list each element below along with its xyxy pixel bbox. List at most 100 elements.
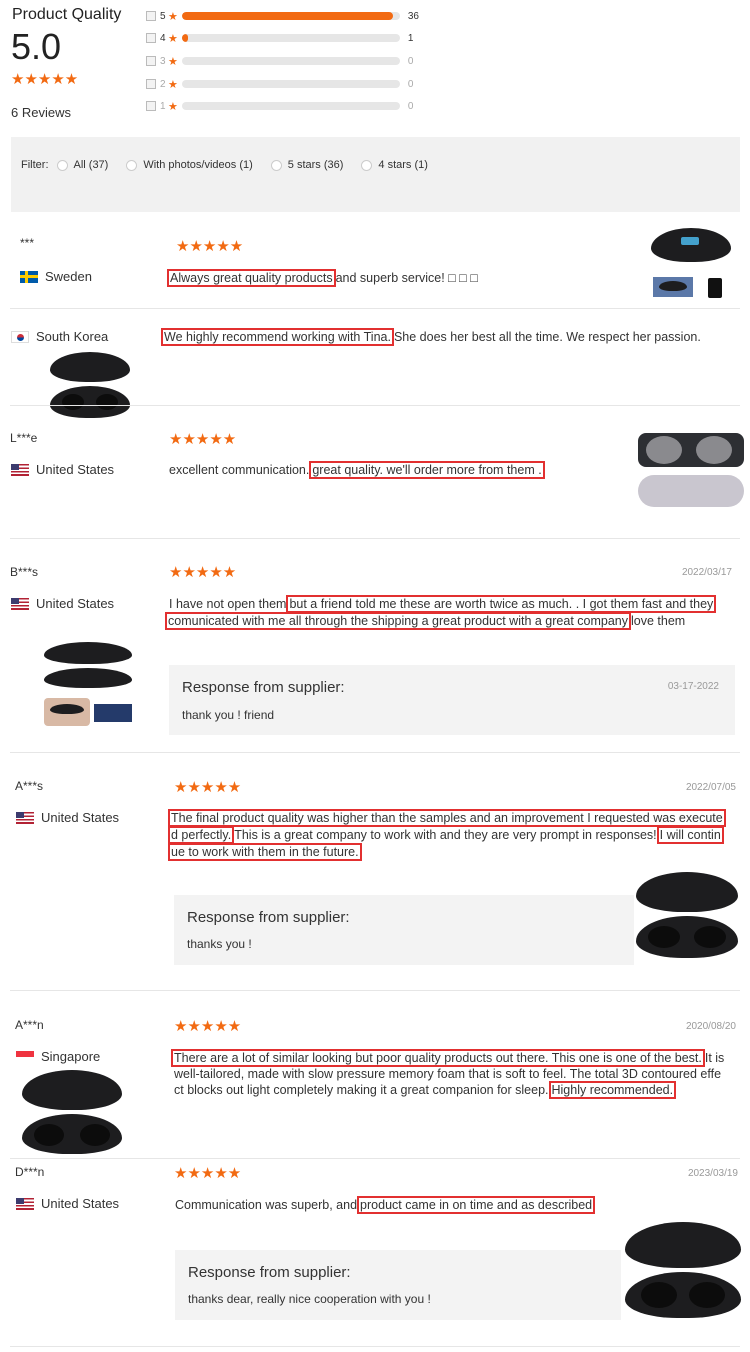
review-text-rest: She does her best all the time. We respe… bbox=[393, 330, 701, 344]
star-icon: ★ bbox=[168, 100, 178, 113]
average-stars: ★★★★★ bbox=[11, 71, 79, 88]
rating-filter-checkbox[interactable] bbox=[146, 11, 156, 21]
rating-bar bbox=[181, 12, 400, 20]
filter-all-label[interactable]: All (37) bbox=[74, 159, 109, 171]
review-photo[interactable] bbox=[634, 870, 740, 960]
review-text: comunicated with me all through the ship… bbox=[165, 612, 685, 630]
rating-star-number: 1 bbox=[160, 100, 166, 112]
review-text-rest: ct blocks out light completely making it… bbox=[174, 1083, 549, 1097]
response-text: thanks you ! bbox=[187, 937, 252, 951]
review-text-rest: and superb service! □ □ □ bbox=[335, 271, 478, 285]
country-label: United States bbox=[41, 1196, 120, 1211]
rating-bar bbox=[181, 102, 400, 110]
review-divider bbox=[10, 1158, 740, 1159]
supplier-response: Response from supplier: thanks dear, rea… bbox=[175, 1250, 621, 1320]
filter-4stars-radio[interactable] bbox=[361, 159, 373, 171]
us-flag-icon bbox=[11, 597, 29, 610]
rating-star-number: 5 bbox=[160, 10, 166, 22]
reviewer-name: A***n bbox=[15, 1018, 44, 1032]
country-label: United States bbox=[36, 596, 115, 611]
filter-panel: Filter: All (37) With photos/videos (1) … bbox=[11, 137, 740, 212]
review-text: Communication was superb, and product cam… bbox=[175, 1196, 596, 1214]
south-korea-flag-icon bbox=[11, 330, 29, 343]
us-flag-icon bbox=[16, 1197, 34, 1210]
highlight-box: ue to work with them in the future. bbox=[168, 843, 362, 861]
review-photo[interactable] bbox=[623, 1220, 743, 1320]
supplier-response: Response from supplier: 03-17-2022 thank… bbox=[169, 665, 735, 735]
review-photo[interactable] bbox=[42, 642, 134, 728]
response-title: Response from supplier: bbox=[188, 1264, 351, 1281]
reviewer-name: D***n bbox=[15, 1165, 45, 1179]
review-text: ue to work with them in the future. bbox=[168, 843, 362, 861]
rating-row-5-star[interactable]: 5 ★ 36 bbox=[146, 8, 436, 24]
country-label: South Korea bbox=[36, 329, 109, 344]
filter-5stars-label[interactable]: 5 stars (36) bbox=[288, 159, 344, 171]
country-label: Sweden bbox=[45, 269, 92, 284]
country-label: Singapore bbox=[41, 1049, 101, 1064]
us-flag-icon bbox=[11, 463, 29, 476]
review-photo[interactable] bbox=[700, 272, 730, 298]
filter-4stars-label[interactable]: 4 stars (1) bbox=[378, 159, 428, 171]
rating-row-3-star[interactable]: 3 ★ 0 bbox=[146, 53, 436, 69]
review-text-rest: This is a great company to work with and… bbox=[234, 828, 657, 842]
reviewer-country: United States bbox=[11, 596, 114, 611]
review-photo[interactable] bbox=[48, 350, 132, 422]
reviewer-name: L***e bbox=[10, 431, 38, 445]
review-text: The final product quality was higher tha… bbox=[168, 809, 726, 827]
reviewer-country: United States bbox=[16, 1196, 119, 1211]
review-divider bbox=[10, 990, 740, 991]
rating-star-number: 2 bbox=[160, 78, 166, 90]
highlight-box: The final product quality was higher tha… bbox=[168, 809, 726, 827]
reviewer-country: United States bbox=[11, 462, 114, 477]
review-text-plain: excellent communication. bbox=[169, 463, 310, 477]
highlight-box: I will contin bbox=[656, 826, 724, 844]
review-photo[interactable] bbox=[638, 433, 744, 513]
rating-filter-checkbox[interactable] bbox=[146, 33, 156, 43]
rating-bar-fill bbox=[181, 12, 394, 20]
response-date: 03-17-2022 bbox=[667, 681, 719, 692]
review-text: There are a lot of similar looking but p… bbox=[171, 1049, 724, 1067]
review-stars: ★★★★★ bbox=[176, 238, 244, 255]
review-photo[interactable] bbox=[20, 1070, 126, 1156]
highlight-box: Highly recommended. bbox=[548, 1081, 677, 1099]
review-photo[interactable] bbox=[653, 277, 693, 297]
highlight-box: d perfectly. bbox=[168, 826, 235, 844]
star-icon: ★ bbox=[168, 55, 178, 68]
filter-all-radio[interactable] bbox=[56, 159, 68, 171]
highlight-box: product came in on time and as described bbox=[357, 1196, 596, 1214]
filter-photos-radio[interactable] bbox=[126, 159, 138, 171]
supplier-response: Response from supplier: thanks you ! bbox=[174, 895, 634, 965]
country-label: United States bbox=[41, 810, 120, 825]
review-date: 2022/03/17 bbox=[681, 567, 732, 578]
sweden-flag-icon bbox=[20, 270, 38, 283]
review-stars: ★★★★★ bbox=[169, 564, 237, 581]
rating-filter-checkbox[interactable] bbox=[146, 101, 156, 111]
response-text: thank you ! friend bbox=[182, 708, 275, 722]
review-text: d perfectly. This is a great company to w… bbox=[168, 826, 724, 844]
filter-label: Filter: bbox=[21, 159, 49, 171]
review-text: I have not open them but a friend told me… bbox=[169, 595, 717, 613]
highlight-box: comunicated with me all through the ship… bbox=[165, 612, 631, 630]
rating-row-4-star[interactable]: 4 ★ 1 bbox=[146, 30, 436, 46]
rating-filter-checkbox[interactable] bbox=[146, 56, 156, 66]
review-divider bbox=[10, 538, 740, 539]
rating-row-1-star[interactable]: 1 ★ 0 bbox=[146, 98, 436, 114]
rating-bar bbox=[181, 80, 400, 88]
review-photo[interactable] bbox=[651, 228, 731, 266]
star-icon: ★ bbox=[168, 32, 178, 45]
review-divider bbox=[10, 405, 740, 406]
review-date: 2022/07/05 bbox=[685, 782, 736, 793]
rating-count: 36 bbox=[407, 10, 419, 22]
rating-row-2-star[interactable]: 2 ★ 0 bbox=[146, 76, 436, 92]
rating-count: 0 bbox=[407, 100, 414, 112]
review-date: 2020/08/20 bbox=[685, 1021, 736, 1032]
review-text: We highly recommend working with Tina. Sh… bbox=[161, 328, 701, 346]
filter-5stars-radio[interactable] bbox=[270, 159, 282, 171]
star-icon: ★ bbox=[168, 78, 178, 91]
filter-photos-label[interactable]: With photos/videos (1) bbox=[143, 159, 252, 171]
rating-filter-checkbox[interactable] bbox=[146, 79, 156, 89]
product-quality-title: Product Quality bbox=[12, 6, 122, 23]
review-stars: ★★★★★ bbox=[174, 1018, 242, 1035]
review-count: 6 Reviews bbox=[11, 105, 71, 120]
review-text: ct blocks out light completely making it… bbox=[174, 1081, 677, 1099]
